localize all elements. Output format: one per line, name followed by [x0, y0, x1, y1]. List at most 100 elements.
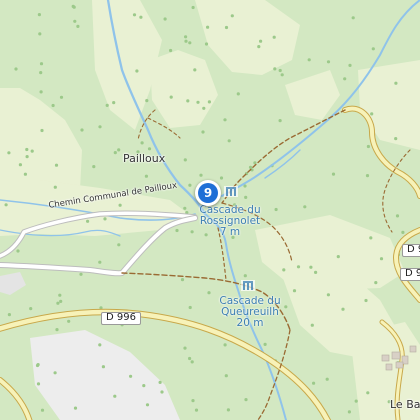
tree-symbol [184, 35, 188, 39]
tree-symbol [394, 137, 398, 141]
tree-symbol [113, 394, 117, 398]
building [395, 361, 404, 369]
tree-symbol [113, 151, 117, 155]
tree-symbol [227, 139, 231, 143]
tree-symbol [278, 68, 282, 73]
tree-symbol [369, 236, 373, 240]
tree-symbol [206, 25, 210, 29]
road-shield-d996: D 996 [101, 312, 141, 325]
tree-symbol [4, 203, 8, 207]
tree-symbol [347, 410, 351, 414]
tree-symbol [190, 360, 194, 364]
tree-symbol [25, 155, 29, 159]
tree-symbol [112, 101, 116, 105]
building [385, 363, 393, 371]
tree-symbol [341, 307, 345, 311]
tree-symbol [401, 230, 405, 234]
building [391, 351, 401, 360]
tree-symbol [194, 408, 199, 412]
tree-symbol [230, 14, 234, 18]
tree-symbol [184, 39, 188, 43]
tree-symbol [394, 81, 398, 85]
tree-symbol [92, 165, 96, 169]
tree-symbol [278, 119, 282, 123]
tree-symbol [145, 99, 149, 103]
tree-symbol [263, 342, 267, 346]
building [409, 345, 417, 353]
tree-symbol [30, 149, 34, 153]
map-pin-icon[interactable]: 9 [195, 180, 221, 206]
tree-symbol [312, 381, 316, 385]
tree-symbol [105, 103, 109, 107]
tree-symbol [180, 278, 185, 282]
tree-symbol [223, 343, 227, 347]
tree-symbol [244, 195, 248, 199]
waterfall-label-queureuilh: Cascade du Queureuilh 20 m [214, 295, 286, 330]
tree-symbol [40, 408, 45, 412]
waterfall-elevation: 7 m [219, 226, 241, 239]
tree-symbol [59, 95, 64, 99]
waterfall-icon[interactable] [241, 280, 255, 291]
tree-symbol [331, 172, 336, 176]
tree-symbol [135, 69, 139, 73]
tree-symbol [53, 185, 57, 189]
tree-symbol [73, 406, 78, 410]
tree-symbol [226, 408, 230, 412]
tree-symbol [188, 41, 192, 45]
tree-symbol [348, 63, 352, 67]
tree-symbol [190, 230, 194, 234]
building [381, 354, 390, 362]
tree-symbol [76, 24, 80, 28]
tree-symbol [142, 384, 146, 388]
tree-symbol [282, 268, 286, 272]
tree-symbol [101, 365, 105, 369]
tree-symbol [326, 60, 331, 64]
tree-symbol [73, 19, 77, 23]
tree-symbol [183, 346, 187, 350]
tree-symbol [365, 174, 370, 178]
tree-symbol [38, 32, 42, 36]
tree-symbol [169, 95, 173, 99]
tree-symbol [244, 398, 248, 402]
waterfall-icon[interactable] [224, 186, 238, 197]
tree-symbol [55, 328, 59, 332]
tree-symbol [343, 77, 347, 81]
tree-symbol [364, 298, 368, 303]
tree-symbol [67, 319, 71, 323]
tree-symbol [80, 128, 84, 132]
tree-symbol [7, 313, 11, 317]
tree-symbol [259, 39, 263, 43]
tree-symbol [183, 158, 187, 162]
tree-symbol [23, 172, 27, 176]
waterfall-name: Cascade du Rossignolet [199, 204, 261, 228]
tree-symbol [139, 15, 143, 19]
tree-symbol [193, 68, 197, 72]
tree-symbol [145, 403, 150, 407]
tree-symbol [103, 217, 107, 221]
tree-symbol [129, 374, 133, 378]
tree-symbol [248, 165, 253, 169]
tree-symbol [147, 147, 152, 151]
tree-symbol [25, 147, 29, 152]
tree-symbol [98, 260, 102, 264]
tree-symbol [204, 42, 209, 46]
tree-symbol [188, 305, 192, 310]
tree-symbol [379, 257, 384, 261]
map-view[interactable]: Pailloux Chemin Communal de Pailloux Cas… [0, 0, 420, 420]
tree-symbol [219, 176, 224, 180]
tree-symbol [53, 371, 57, 375]
tree-symbol [223, 118, 227, 122]
waterfall-elevation: 20 m [236, 317, 264, 330]
tree-symbol [188, 356, 192, 361]
tree-symbol [272, 35, 276, 39]
tree-symbol [307, 58, 311, 62]
tree-symbol [199, 173, 203, 177]
tree-symbol [296, 265, 301, 269]
tree-symbol [366, 144, 370, 149]
tree-symbol [191, 5, 195, 10]
tree-symbol [374, 281, 378, 285]
tree-symbol [354, 399, 358, 403]
tree-symbol [79, 272, 83, 276]
tree-symbol [310, 323, 314, 327]
tree-symbol [309, 265, 313, 269]
